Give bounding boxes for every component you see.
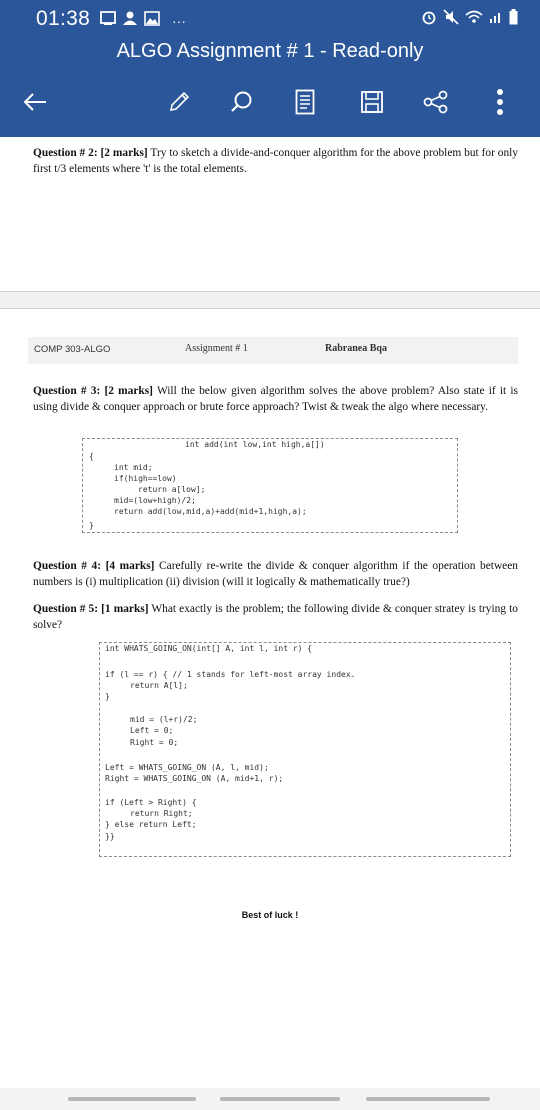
search-icon	[231, 91, 252, 112]
pencil-icon	[169, 91, 190, 112]
question-5-label: Question # 5: [1 marks]	[33, 603, 149, 615]
page-break	[0, 291, 540, 309]
question-5: Question # 5: [1 marks] What exactly is …	[33, 601, 518, 633]
search-button[interactable]	[220, 80, 264, 124]
code-line: }	[89, 521, 94, 530]
code-line: } else return Left;	[105, 820, 197, 829]
code-line: int WHATS_GOING_ON(int[] A, int l, int r…	[105, 644, 313, 653]
more-options-button[interactable]	[478, 80, 522, 124]
share-button[interactable]	[414, 80, 458, 124]
closing-text: Best of luck !	[241, 910, 299, 920]
cast-icon	[100, 11, 116, 30]
code-line: if (l == r) { // 1 stands for left-most …	[105, 670, 356, 679]
code-line: int mid;	[114, 463, 153, 472]
code-line: Left = 0;	[130, 726, 174, 735]
question-4: Question # 4: [4 marks] Carefully re-wri…	[33, 558, 518, 590]
course-code: COMP 303-ALGO	[34, 344, 111, 355]
code-line: return A[l];	[130, 681, 188, 690]
code-line: Right = WHATS_GOING_ON (A, mid+1, r);	[105, 774, 284, 783]
code-block-add: int add(int low,int high,a[]) { int mid;…	[82, 438, 458, 533]
app-bar: 01:38 ··· ALGO Assignment # 1 - Read-onl…	[0, 0, 540, 137]
more-vertical-icon	[497, 89, 503, 115]
save-icon	[361, 91, 383, 113]
code-line: mid=(low+high)/2;	[114, 496, 196, 505]
page-header: COMP 303-ALGO Assignment # 1 Rabranea Bq…	[28, 337, 518, 364]
code-block-whats-going-on: int WHATS_GOING_ON(int[] A, int l, int r…	[99, 642, 511, 857]
code-line: int add(int low,int high,a[])	[185, 440, 325, 449]
code-line: if (Left > Right) {	[105, 798, 197, 807]
scroll-indicator	[220, 1097, 340, 1101]
code-line: {	[89, 452, 94, 461]
system-icons	[421, 9, 518, 30]
question-3: Question # 3: [2 marks] Will the below g…	[33, 383, 518, 415]
reading-view-button[interactable]	[283, 80, 327, 124]
share-icon	[423, 90, 448, 114]
code-line: return a[low];	[138, 485, 206, 494]
back-arrow-icon	[23, 93, 46, 111]
document-title: ALGO Assignment # 1 - Read-only	[116, 40, 424, 62]
mute-icon	[443, 9, 459, 30]
toolbar	[0, 80, 540, 124]
code-line: return add(low,mid,a)+add(mid+1,high,a);	[114, 507, 307, 516]
gallery-icon	[144, 10, 160, 31]
signal-icon	[489, 10, 503, 29]
notification-icons: ···	[100, 10, 186, 31]
alarm-icon	[421, 9, 437, 30]
code-line: Left = WHATS_GOING_ON (A, l, mid);	[105, 763, 269, 772]
scroll-indicator	[68, 1097, 196, 1101]
question-3-label: Question # 3: [2 marks]	[33, 385, 153, 397]
back-button[interactable]	[13, 80, 57, 124]
author-name: Rabranea Bqa	[325, 343, 387, 354]
question-2-label: Question # 2: [2 marks]	[33, 147, 148, 159]
wifi-icon	[465, 10, 483, 29]
more-notifications: ···	[172, 12, 186, 29]
code-line: return Right;	[130, 809, 193, 818]
scroll-indicator	[366, 1097, 490, 1101]
question-2: Question # 2: [2 marks] Try to sketch a …	[33, 145, 518, 177]
code-line: if(high==low)	[114, 474, 177, 483]
assignment-name: Assignment # 1	[185, 343, 248, 354]
code-line: }}	[105, 832, 115, 841]
save-button[interactable]	[350, 80, 394, 124]
edit-button[interactable]	[157, 80, 201, 124]
status-bar: 01:38 ···	[0, 0, 540, 36]
battery-icon	[509, 9, 518, 30]
status-time: 01:38	[36, 7, 91, 30]
reading-view-icon	[295, 89, 315, 115]
code-line: mid = (l+r)/2;	[130, 715, 198, 724]
question-4-label: Question # 4: [4 marks]	[33, 560, 155, 572]
contact-icon	[122, 10, 138, 31]
code-line: Right = 0;	[130, 738, 179, 747]
bottom-scroll-area	[0, 1088, 540, 1110]
code-line: }	[105, 692, 110, 701]
